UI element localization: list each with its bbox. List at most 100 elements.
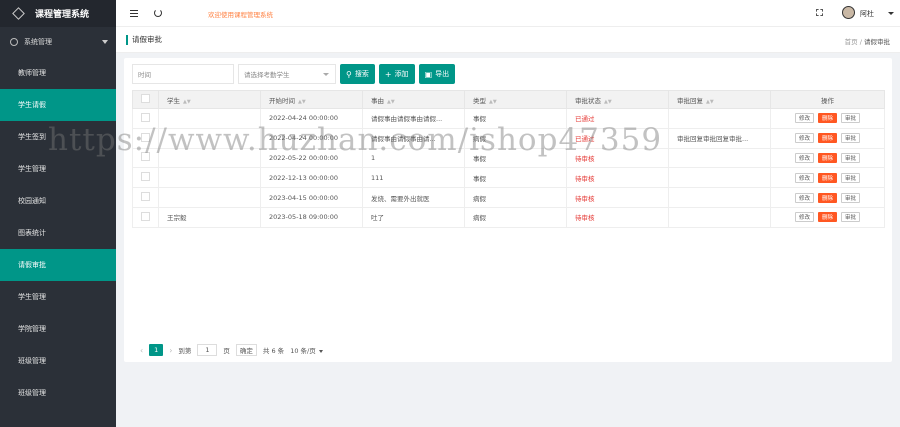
cell-type: 病假 bbox=[464, 206, 567, 228]
caret-down-icon[interactable] bbox=[888, 12, 894, 15]
user-name[interactable]: 阿杜 bbox=[860, 9, 874, 19]
row-checkbox[interactable] bbox=[141, 132, 150, 142]
plus-icon: + bbox=[384, 69, 392, 79]
table-row: 2022-05-22 00:00:00 1 事假 待审核 修改 删除 审批 bbox=[132, 147, 885, 169]
sidebar-item-class-2[interactable]: 班级管理 bbox=[0, 377, 116, 409]
sort-icon[interactable]: ▲▼ bbox=[298, 99, 306, 105]
prev-page-icon[interactable]: ‹ bbox=[140, 346, 143, 355]
sort-icon[interactable]: ▲▼ bbox=[387, 99, 395, 105]
gear-icon bbox=[10, 38, 18, 46]
column-header-label: 类型 bbox=[473, 96, 486, 105]
column-header-type[interactable]: 类型 ▲▼ bbox=[464, 90, 567, 109]
sort-icon[interactable]: ▲▼ bbox=[183, 99, 191, 105]
search-button-label: 搜索 bbox=[354, 70, 369, 78]
column-header-start[interactable]: 开始时间 ▲▼ bbox=[260, 90, 363, 109]
sidebar-group-system[interactable]: 系统管理 bbox=[0, 27, 116, 57]
sort-icon[interactable]: ▲▼ bbox=[706, 99, 714, 105]
delete-button[interactable]: 删除 bbox=[817, 192, 837, 203]
approve-button[interactable]: 审批 bbox=[841, 212, 861, 223]
row-checkbox[interactable] bbox=[141, 211, 150, 221]
edit-button[interactable]: 修改 bbox=[794, 172, 814, 183]
edit-button[interactable]: 修改 bbox=[794, 133, 814, 144]
student-select-placeholder: 请选择考勤学生 bbox=[244, 71, 290, 79]
cell-type: 病假 bbox=[464, 187, 567, 208]
sort-icon[interactable]: ▲▼ bbox=[489, 99, 497, 105]
breadcrumb-bar: 请假审批 首页 / 请假审批 bbox=[116, 27, 900, 53]
edit-button[interactable]: 修改 bbox=[794, 113, 814, 124]
sidebar-item-label: 班级管理 bbox=[18, 389, 46, 397]
student-select[interactable]: 请选择考勤学生 bbox=[238, 64, 336, 84]
row-checkbox[interactable] bbox=[141, 192, 150, 202]
refresh-icon[interactable] bbox=[154, 9, 162, 17]
column-header-status[interactable]: 审批状态 ▲▼ bbox=[566, 90, 669, 109]
sidebar-item-label: 图表统计 bbox=[18, 229, 46, 237]
edit-button[interactable]: 修改 bbox=[794, 212, 814, 223]
table-row: 2022-04-24 00:00:00 请假事由请假事由请... 病假 已通过 … bbox=[132, 127, 885, 149]
approve-button[interactable]: 审批 bbox=[841, 152, 861, 163]
sidebar-item-label: 学生管理 bbox=[18, 293, 46, 301]
sidebar-item-label: 班级管理 bbox=[18, 357, 46, 365]
sidebar-item-class[interactable]: 班级管理 bbox=[0, 345, 116, 377]
sidebar-item-student-manage[interactable]: 学生管理 bbox=[0, 153, 116, 185]
total-count: 共 6 条 bbox=[262, 347, 285, 355]
avatar[interactable] bbox=[842, 6, 855, 19]
column-header-label: 审批回复 bbox=[677, 96, 703, 105]
content-card: 时间 请选择考勤学生 ⚲ 搜索 + 添加 ▣ 导出 学生 ▲▼ 开始时间 ▲▼ 事由… bbox=[124, 58, 892, 362]
row-checkbox[interactable] bbox=[141, 152, 150, 162]
sort-icon[interactable]: ▲▼ bbox=[604, 99, 612, 105]
breadcrumb-home[interactable]: 首页 bbox=[845, 38, 858, 46]
edit-button[interactable]: 修改 bbox=[794, 192, 814, 203]
column-header-reason[interactable]: 事由 ▲▼ bbox=[362, 90, 465, 109]
sidebar-item-label: 请假审批 bbox=[18, 261, 46, 269]
menu-toggle-icon[interactable] bbox=[130, 10, 138, 17]
sidebar-item-teacher[interactable]: 教师管理 bbox=[0, 57, 116, 89]
approve-button[interactable]: 审批 bbox=[841, 133, 861, 144]
column-header-label: 学生 bbox=[167, 96, 180, 105]
welcome-text: 欢迎使用课程管理系统 bbox=[208, 11, 273, 19]
delete-button[interactable]: 删除 bbox=[817, 152, 837, 163]
edit-button[interactable]: 修改 bbox=[794, 152, 814, 163]
sidebar: 课程管理系统 系统管理 教师管理 学生请假 学生签到 学生管理 校园通知 图表统… bbox=[0, 0, 116, 427]
approve-button[interactable]: 审批 bbox=[841, 172, 861, 183]
next-page-icon[interactable]: › bbox=[169, 346, 172, 355]
delete-button[interactable]: 删除 bbox=[817, 212, 837, 223]
column-header-student[interactable]: 学生 ▲▼ bbox=[158, 90, 261, 109]
table-row: 2022-12-13 00:00:00 111 事假 待审核 修改 删除 审批 bbox=[132, 167, 885, 189]
time-input[interactable]: 时间 bbox=[132, 64, 234, 84]
sidebar-item-notice[interactable]: 校园通知 bbox=[0, 185, 116, 217]
delete-button[interactable]: 删除 bbox=[817, 113, 837, 124]
cell-reason: 请假事由请假事由请假... bbox=[362, 108, 465, 129]
fullscreen-icon[interactable] bbox=[816, 9, 823, 16]
delete-button[interactable]: 删除 bbox=[817, 133, 837, 144]
cell-status: 已通过 bbox=[566, 108, 669, 129]
approve-button[interactable]: 审批 bbox=[841, 113, 861, 124]
search-button[interactable]: ⚲ 搜索 bbox=[340, 64, 375, 84]
add-button[interactable]: + 添加 bbox=[378, 64, 415, 84]
page-unit: 页 bbox=[223, 347, 230, 355]
cell-actions: 修改 删除 审批 bbox=[770, 187, 885, 208]
sidebar-item-charts[interactable]: 图表统计 bbox=[0, 217, 116, 249]
goto-confirm-button[interactable]: 确定 bbox=[235, 344, 257, 356]
sidebar-item-student-manage-2[interactable]: 学生管理 bbox=[0, 281, 116, 313]
select-all-checkbox[interactable] bbox=[141, 94, 150, 103]
sidebar-item-student-signin[interactable]: 学生签到 bbox=[0, 121, 116, 153]
page-size-select[interactable]: 10 条/页 bbox=[290, 345, 323, 355]
cell-reason: 111 bbox=[362, 167, 465, 189]
sidebar-item-leave-approval[interactable]: 请假审批 bbox=[0, 249, 116, 281]
cell-start: 2023-04-15 00:00:00 bbox=[260, 187, 363, 208]
export-button[interactable]: ▣ 导出 bbox=[418, 64, 456, 84]
column-header-label: 审批状态 bbox=[575, 96, 601, 105]
sidebar-item-student-leave[interactable]: 学生请假 bbox=[0, 89, 116, 121]
cell-reply bbox=[668, 108, 771, 129]
row-select-cell bbox=[132, 206, 159, 228]
row-checkbox[interactable] bbox=[141, 112, 150, 122]
delete-button[interactable]: 删除 bbox=[817, 172, 837, 183]
page-number-current[interactable]: 1 bbox=[149, 344, 164, 356]
sidebar-item-college[interactable]: 学院管理 bbox=[0, 313, 116, 345]
column-header-reply[interactable]: 审批回复 ▲▼ bbox=[668, 90, 771, 109]
row-select-cell bbox=[132, 187, 159, 208]
goto-page-input[interactable]: 1 bbox=[197, 344, 218, 356]
row-checkbox[interactable] bbox=[141, 172, 150, 182]
pagination: ‹ 1 › 到第 1 页 确定 共 6 条 10 条/页 bbox=[140, 344, 323, 356]
approve-button[interactable]: 审批 bbox=[841, 192, 861, 203]
